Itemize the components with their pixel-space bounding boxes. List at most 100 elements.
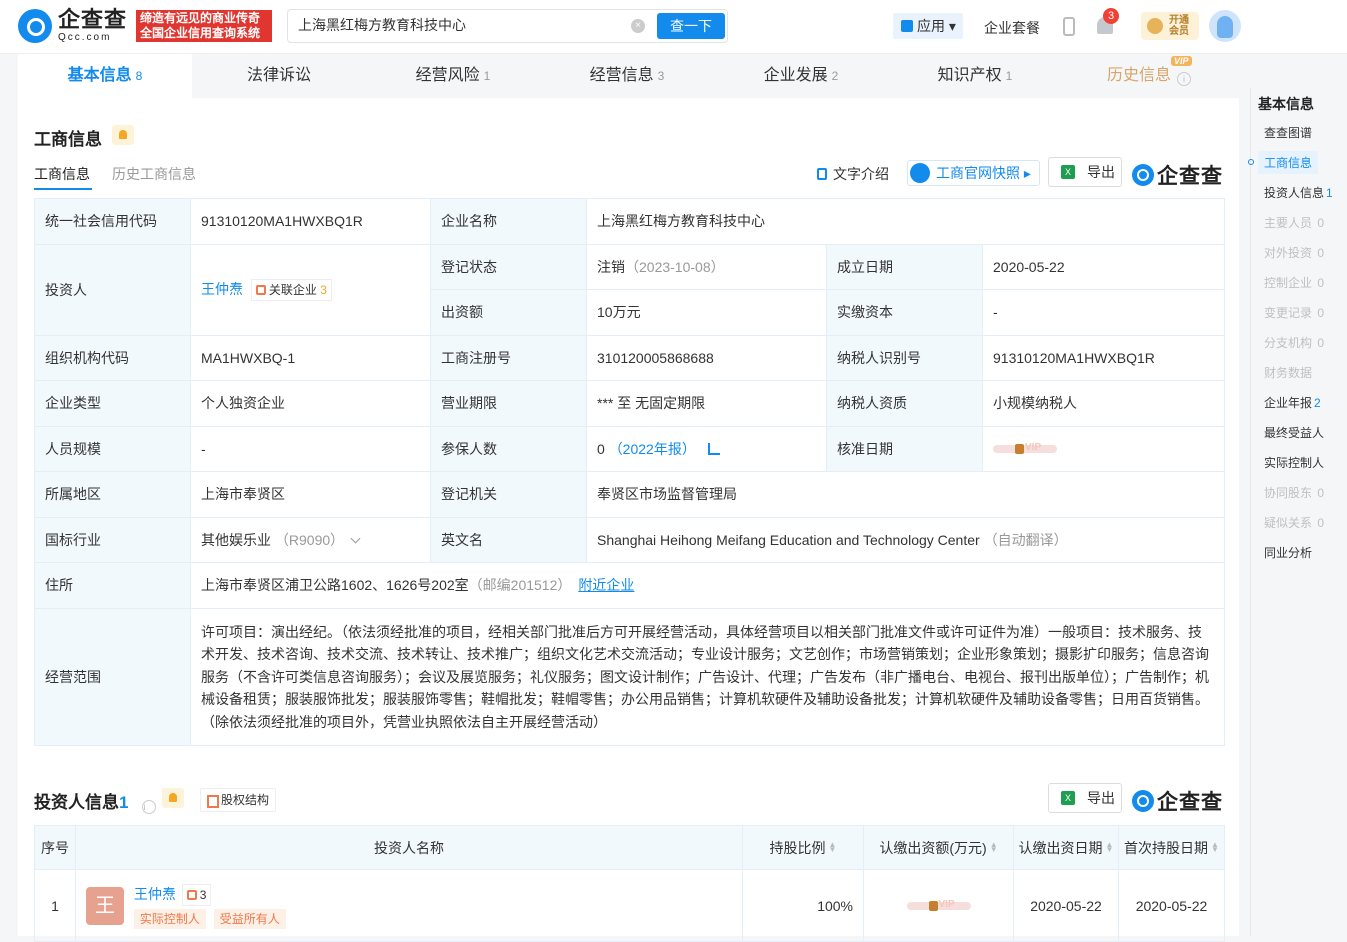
mobile-phone-icon[interactable] [1063, 17, 1075, 36]
qcc-logo[interactable]: 企查查 Qcc.com [18, 9, 127, 43]
vip-lock[interactable]: VIP [906, 899, 971, 913]
company-name-value: 上海黑红梅方教育科技中心 [586, 198, 1225, 245]
subtab-history-business[interactable]: 历史工商信息 [112, 164, 196, 184]
tab-ip[interactable]: 知识产权 1 [888, 54, 1062, 98]
nav-item-graph[interactable]: 查查图谱 [1264, 124, 1312, 141]
nav-count: 2 [1314, 396, 1321, 410]
tab-label: 法律诉讼 [246, 67, 311, 84]
col-amount-label: 认缴出资额(万元) [879, 839, 987, 856]
tab-label: 经营信息 [589, 67, 654, 84]
col-first-hold-date[interactable]: 首次持股日期 ▲ ▼ [1118, 825, 1225, 870]
business-scope-label: 经营范围 [34, 607, 191, 746]
logo-text: 企查查 [58, 7, 128, 32]
nav-item-branches[interactable]: 分支机构 0 [1264, 334, 1324, 351]
nearby-companies-link[interactable]: 附近企业 [578, 577, 634, 593]
tab-basic-info[interactable]: 基本信息 8 [18, 54, 192, 98]
business-info-title: 工商信息 [34, 130, 102, 149]
nav-label: 财务数据 [1264, 366, 1313, 380]
related-companies-tag[interactable]: 关联企业 3 [250, 278, 332, 301]
nav-item-cooperating-shareholders[interactable]: 协同股东 0 [1264, 484, 1324, 501]
lock-icon [928, 900, 938, 911]
staff-size-label: 人员规模 [34, 425, 191, 472]
tab-operations[interactable]: 经营信息 3 [540, 54, 714, 98]
excel-icon: X [1061, 165, 1075, 179]
clear-icon[interactable]: × [631, 19, 645, 33]
info-icon[interactable]: i [1177, 72, 1191, 86]
nav-item-changes[interactable]: 变更记录 0 [1264, 304, 1324, 321]
export-button[interactable]: X 导出 [1048, 157, 1122, 187]
nav-count: 0 [1317, 276, 1325, 290]
logo-icon [18, 9, 52, 43]
nav-item-investments[interactable]: 对外投资 0 [1264, 244, 1324, 261]
subscribed-amount-value: VIP [863, 869, 1014, 942]
col-index: 序号 [34, 825, 76, 870]
nav-label: 协同股东 [1264, 486, 1313, 500]
equity-structure-button[interactable]: 股权结构 [200, 788, 277, 812]
vip-lock[interactable]: VIP [993, 442, 1057, 456]
search-input[interactable] [298, 17, 628, 33]
actual-controller-tag: 实际控制人 [133, 908, 206, 929]
search-button[interactable]: 查一下 [657, 13, 725, 39]
capital-label: 出资额 [430, 289, 587, 336]
nav-count: 1 [1326, 186, 1333, 200]
nav-item-actual-controller[interactable]: 实际控制人 [1264, 454, 1324, 471]
chevron-down-icon[interactable] [350, 533, 361, 544]
nav-item-ultimate-beneficiary[interactable]: 最终受益人 [1264, 424, 1324, 441]
investors-table: 序号 投资人名称 持股比例 ▲ ▼ 认缴出资额(万元) ▲ ▼ 认缴出资日期 ▲ ▼ 首次持… [34, 825, 1225, 942]
org-code-value: MA1HWXBQ-1 [190, 334, 431, 381]
monitor-bell-icon[interactable] [112, 125, 134, 145]
investor-name-link[interactable]: 王仲焘 [134, 886, 176, 902]
tab-legal[interactable]: 法律诉讼 [192, 54, 366, 98]
subscribed-date-value: 2020-05-22 [1013, 869, 1119, 942]
related-companies-tag[interactable]: 3 [181, 883, 212, 906]
paid-capital-label: 实缴资本 [826, 289, 983, 336]
nav-item-financials[interactable]: 财务数据 [1264, 364, 1312, 381]
col-subscribed-amount[interactable]: 认缴出资额(万元) ▲ ▼ [863, 825, 1014, 870]
table-header-row: 序号 投资人名称 持股比例 ▲ ▼ 认缴出资额(万元) ▲ ▼ 认缴出资日期 ▲ ▼ 首次持… [34, 825, 1225, 870]
industry-value[interactable]: 其他娱乐业 （R9090） [190, 516, 431, 563]
address-value: 上海市奉贤区浦卫公路1602、1626号202室（邮编201512） 附近企业 [190, 562, 1225, 609]
tab-count: 8 [135, 69, 143, 83]
english-name-value: Shanghai Heihong Meifang Education and T… [586, 516, 1225, 563]
user-avatar[interactable] [1209, 10, 1241, 42]
text-intro-button[interactable]: 文字介绍 [817, 164, 889, 184]
nav-divider [1250, 88, 1251, 936]
col-subscribed-date[interactable]: 认缴出资日期 ▲ ▼ [1013, 825, 1119, 870]
tab-count: 3 [657, 69, 665, 83]
app-menu-button[interactable]: 应用 ▾ [893, 13, 963, 39]
official-snapshot-button[interactable]: 工商官网快照 ▸ [907, 160, 1040, 186]
enterprise-package-link[interactable]: 企业套餐 [984, 18, 1040, 38]
nav-current-dot [1248, 159, 1254, 165]
tab-development[interactable]: 企业发展 2 [714, 54, 888, 98]
open-vip-button[interactable]: 开通 会员 [1141, 12, 1199, 40]
logo-domain: Qcc.com [58, 32, 112, 43]
nav-item-controlled[interactable]: 控制企业 0 [1264, 274, 1324, 291]
nav-item-key-personnel[interactable]: 主要人员 0 [1264, 214, 1324, 231]
annual-report-link[interactable]: （2022年报） [609, 441, 696, 457]
subtab-business-info[interactable]: 工商信息 [34, 164, 92, 190]
tax-qualification-label: 纳税人资质 [826, 380, 983, 427]
col-ratio[interactable]: 持股比例 ▲ ▼ [742, 825, 864, 870]
nav-item-suspected-relations[interactable]: 疑似关系 0 [1264, 514, 1324, 531]
nav-item-business-info[interactable]: 工商信息 [1258, 151, 1319, 174]
nav-head[interactable]: 基本信息 [1258, 94, 1314, 114]
slogan-banner: 缔造有远见的商业传奇 全国企业信用查询系统 [136, 10, 272, 42]
slogan-line-2: 全国企业信用查询系统 [140, 26, 261, 40]
address-label: 住所 [34, 562, 191, 609]
nav-item-annual-reports[interactable]: 企业年报 2 [1264, 394, 1321, 411]
investor-link[interactable]: 王仲焘 [201, 281, 243, 297]
tab-risk[interactable]: 经营风险 1 [366, 54, 540, 98]
nav-item-investors[interactable]: 投资人信息 1 [1264, 184, 1333, 201]
info-icon[interactable]: i [142, 800, 157, 814]
nav-item-industry-analysis[interactable]: 同业分析 [1264, 544, 1312, 561]
monitor-bell-icon[interactable] [162, 788, 184, 808]
tab-label: 经营风险 [415, 67, 480, 84]
auto-translate-note: （自动翻译） [983, 531, 1068, 548]
tab-history[interactable]: 历史信息 VIP i [1062, 54, 1236, 98]
nav-count: 0 [1317, 336, 1325, 350]
org-code-label: 组织机构代码 [34, 334, 191, 381]
investors-export-button[interactable]: X 导出 [1048, 783, 1122, 813]
trend-chart-icon[interactable] [707, 442, 720, 455]
tax-qualification-value: 小规模纳税人 [982, 380, 1225, 427]
term-value: *** 至 无固定期限 [586, 380, 827, 427]
